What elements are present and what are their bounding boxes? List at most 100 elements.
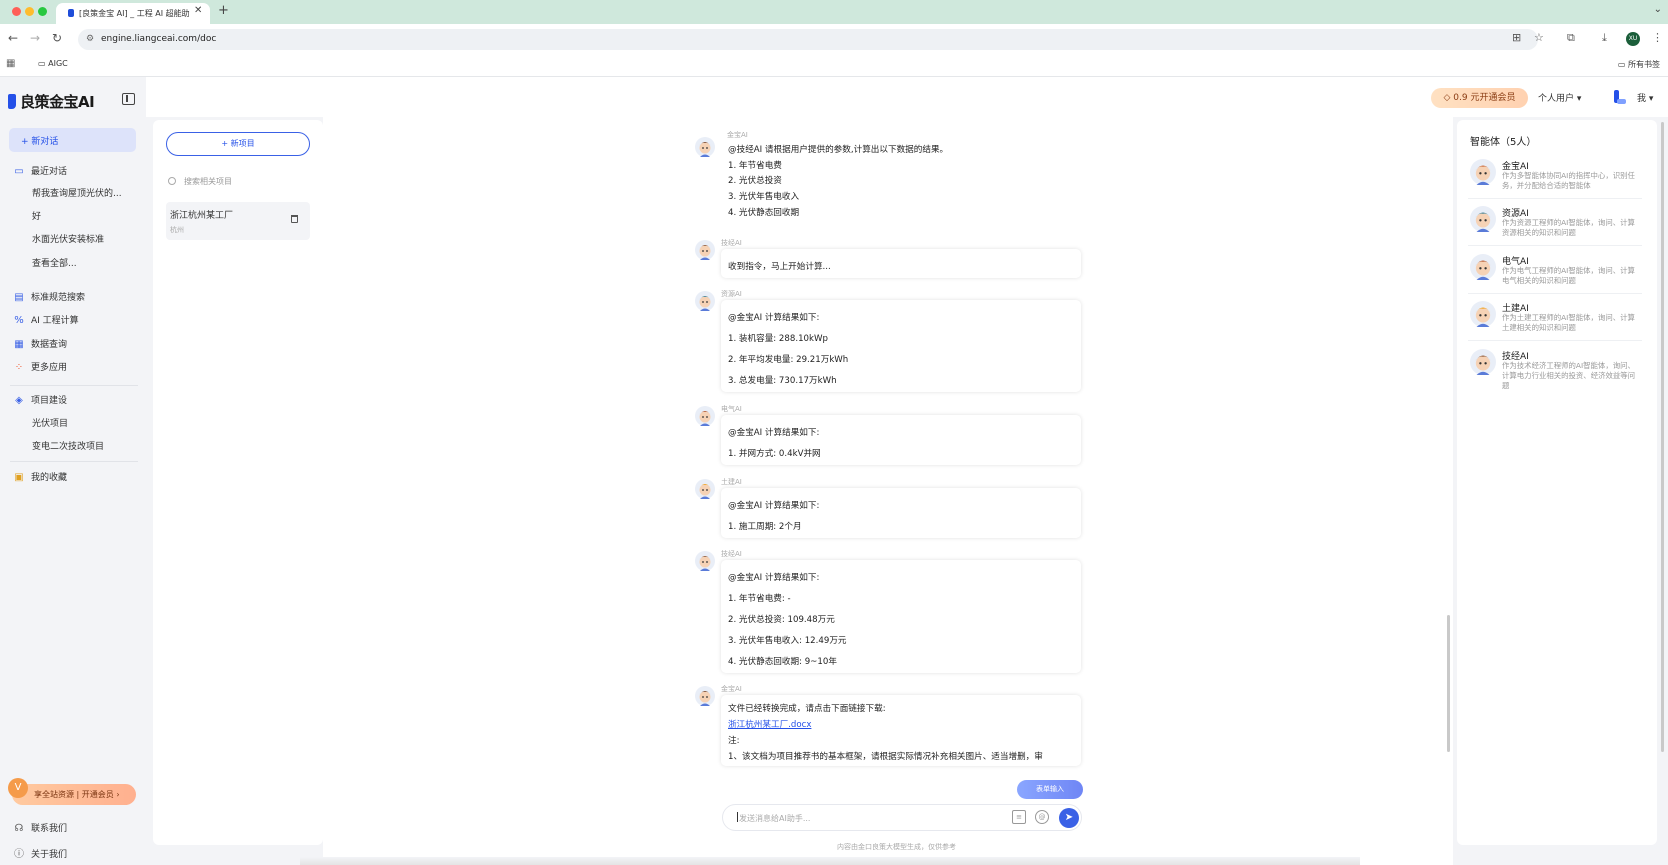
sidebar-item-tool[interactable]: ⁘ 更多应用 [13,360,67,373]
vip-upgrade-button[interactable]: ◇ 0.9 元开通会员 [1431,88,1528,108]
sidebar-item-tool[interactable]: ▤ 标准规范搜索 [13,290,85,303]
back-icon[interactable]: ← [8,31,18,45]
forward-icon[interactable]: → [30,31,40,45]
recent-chat-item[interactable]: 好 [32,209,41,222]
new-chat-button[interactable]: + 新对话 [9,128,136,152]
sidebar-item-favorites[interactable]: ▣ 我的收藏 [13,470,67,483]
sidebar-collapse-icon[interactable] [122,93,135,105]
bookmark-star-icon[interactable]: ☆ [1534,31,1544,44]
sidebar-item-tool[interactable]: % AI 工程计算 [13,313,78,326]
bookmark-folder-aigc[interactable]: ▭ AIGC [38,59,68,68]
sidebar-item-label: 更多应用 [31,363,68,373]
about-us-link[interactable]: ⓘ 关于我们 [13,845,67,860]
sidebar-item-label: 最近对话 [31,167,68,177]
chat-history-icon: ▭ [14,166,24,177]
apps-grid-icon[interactable]: ▦ [6,58,15,69]
page-scrollbar[interactable] [1661,122,1664,752]
chat-input-placeholder: 发送消息给AI助手... [739,814,811,823]
url-bar[interactable]: ⚙ engine.liangceai.com/doc [78,29,1538,50]
sidebar-item-project[interactable]: ◈ 项目建设 [13,393,67,406]
recent-chat-item[interactable]: 查看全部... [32,256,77,269]
divider [10,385,138,386]
trash-icon[interactable] [291,215,298,223]
user-menu[interactable]: 我 ▾ [1637,91,1653,104]
agent-avatar [1470,254,1496,280]
download-line: 浙江杭州某工厂.docx [728,717,1074,733]
profile-avatar[interactable]: XU [1626,32,1640,46]
all-bookmarks[interactable]: ▭ 所有书签 [1618,59,1660,70]
sidebar-item-recent[interactable]: ▭ 最近对话 [13,164,67,177]
send-button[interactable]: ➤ [1059,808,1079,828]
chat-input[interactable]: 发送消息给AI助手... [722,804,1082,831]
download-icon[interactable]: ⤓ [1602,31,1607,45]
new-project-button[interactable]: + 新项目 [166,132,310,156]
agent-avatar-icon [1470,254,1496,280]
message-line: @金宝AI 计算结果如下: [728,501,820,511]
window-minimize-icon[interactable] [25,7,34,16]
contact-label: 联系我们 [31,824,68,834]
project-search-input[interactable]: 搜索相关项目 [168,176,232,187]
project-search-placeholder: 搜索相关项目 [184,177,232,186]
vip-label: 0.9 元开通会员 [1453,93,1516,103]
site-info-icon[interactable]: ⚙ [86,34,94,44]
form-input-button[interactable]: 表单输入 [1017,780,1083,799]
sidebar-item-tool[interactable]: ▦ 数据查询 [13,337,67,350]
reload-icon[interactable]: ↻ [52,31,62,45]
project-card[interactable]: 浙江杭州某工厂 杭州 [166,202,310,240]
vip-promo-banner[interactable]: V 享全站资源 | 开通会员 › [8,778,136,805]
message-avatar [695,240,715,260]
mention-icon[interactable]: @ [1035,810,1049,824]
tab-search-icon[interactable]: ⌄ [1654,4,1662,15]
message-avatar [695,686,715,706]
agent-avatar-icon [695,479,715,499]
message-line: @金宝AI 计算结果如下: [728,428,820,438]
recent-chat-item[interactable]: 水面光伏安装标准 [32,232,104,245]
message-line: 1. 年节省电费: - [728,594,791,604]
agent-description: 作为技术经济工程师的AI智能体，询问、计算电力行业相关的投资、经济效益等问题 [1502,361,1636,390]
translate-icon[interactable]: ⊞ [1512,31,1521,44]
window-close-icon[interactable] [12,7,21,16]
chat-scrollbar[interactable] [1447,615,1450,752]
browser-tab[interactable]: [良策金宝 AI] _ 工程 AI 超能助 [56,3,210,24]
user-avatar[interactable] [1612,89,1628,105]
user-type-dropdown[interactable]: 个人用户 ▾ [1538,91,1581,104]
document-search-icon: ▤ [14,292,24,303]
message-line: 1. 年节省电费 [728,160,782,171]
message-avatar [695,137,715,157]
agent-description: 作为多智能体协同AI的指挥中心，识别任务，并分配给合适的智能体 [1502,171,1635,190]
tab-close-icon[interactable]: ✕ [194,5,202,16]
message-line: 4. 光伏静态回收期 [728,207,800,218]
message-line: 文件已经转换完成，请点击下面链接下载: [728,704,886,714]
message-line: 3. 光伏年售电收入: 12.49万元 [728,636,847,646]
agent-description: 作为资源工程师的AI智能体，询问、计算资源相关的知识和问题 [1502,218,1635,237]
message-bubble: 收到指令，马上开始计算... [721,249,1081,278]
divider [1468,293,1642,294]
divider [10,461,138,462]
message-line: @技经AI 请根据用户提供的参数,计算出以下数据的结果。 [728,145,949,155]
attach-file-icon[interactable]: ≡ [1012,810,1026,824]
diamond-icon: ◇ [1443,93,1454,103]
message-line: 注: [728,736,740,746]
project-city: 杭州 [170,226,184,234]
sidebar-item-label: 项目建设 [31,396,68,406]
calculator-icon: % [14,315,24,326]
contact-us-link[interactable]: ☊ 联系我们 [13,821,67,834]
ai-disclaimer: 内容由金口良策大模型生成，仅供参考 [837,843,956,851]
docx-download-link[interactable]: 浙江杭州某工厂.docx [728,720,811,730]
project-nav-item[interactable]: 光伏项目 [32,416,68,429]
browser-menu-icon[interactable]: ⋮ [1652,31,1663,44]
logo-text: 良策金宝AI [20,93,95,111]
recent-chat-item[interactable]: 帮我查询屋顶光伏的... [32,186,122,199]
window-maximize-icon[interactable] [38,7,47,16]
app-logo[interactable]: 良策金宝AI [8,91,95,112]
project-nav-item[interactable]: 变电二次技改项目 [32,439,104,452]
agent-avatar-icon [695,137,715,157]
promo-label: 享全站资源 | 开通会员 › [34,790,120,799]
url-text: engine.liangceai.com/doc [101,34,217,44]
message-line: 1. 施工周期: 2个月 [728,522,802,532]
bookmarks-bar [0,55,1668,77]
new-tab-button[interactable]: + [218,3,229,18]
extensions-icon[interactable]: ⧉ [1567,31,1575,45]
message-bubble: @金宝AI 计算结果如下: 1. 年节省电费: - 2. 光伏总投资: 109.48… [721,560,1081,673]
agent-description: 作为土建工程师的AI智能体，询问、计算土建相关的知识和问题 [1502,313,1635,332]
